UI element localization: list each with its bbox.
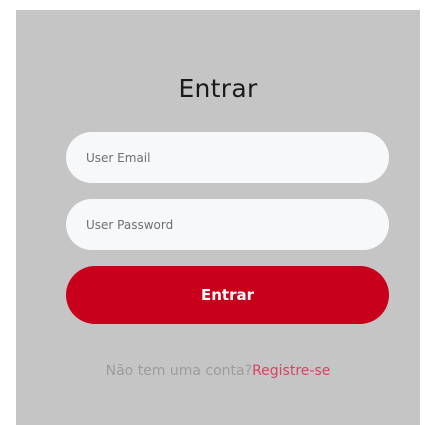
register-prompt-text: Não tem uma conta? (105, 363, 253, 379)
register-link[interactable]: Registre-se (252, 363, 330, 379)
login-button[interactable]: Entrar (66, 266, 389, 324)
email-input[interactable] (66, 132, 389, 183)
password-input[interactable] (66, 199, 389, 250)
login-title: Entrar (178, 74, 258, 103)
login-card: Entrar Entrar Não tem uma conta?Registre… (16, 10, 420, 425)
register-prompt: Não tem uma conta?Registre-se (16, 363, 420, 379)
